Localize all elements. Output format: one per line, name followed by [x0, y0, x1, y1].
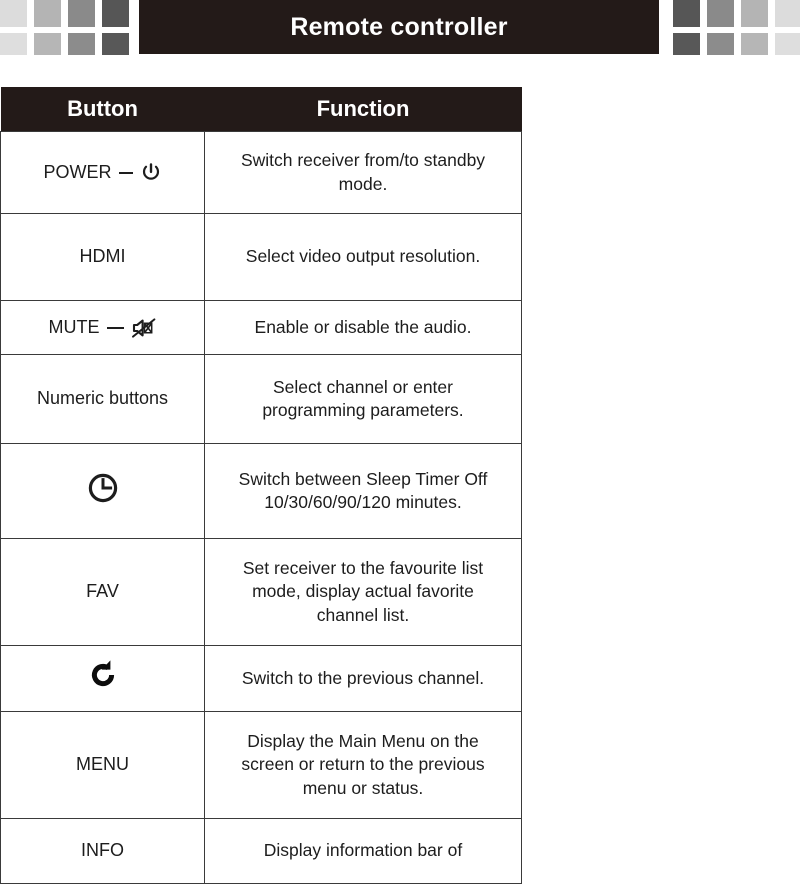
- page-title: Remote controller: [290, 12, 508, 41]
- button-cell: Numeric buttons: [0, 354, 205, 444]
- decor-square: [0, 0, 27, 27]
- table-row: MUTE Enable or disable the audio.: [0, 300, 522, 355]
- button-cell: HDMI: [0, 213, 205, 301]
- decor-squares-left: [0, 0, 129, 55]
- separator-dash-icon: [118, 171, 133, 174]
- table-row: INFO Display information bar of: [0, 818, 522, 884]
- decor-squares-right: [673, 0, 800, 55]
- decor-square: [673, 33, 700, 55]
- column-header-function: Function: [204, 87, 522, 132]
- decor-square: [673, 0, 700, 27]
- function-cell: Enable or disable the audio.: [204, 300, 522, 355]
- column-header-button: Button: [0, 87, 205, 132]
- power-icon: [140, 162, 162, 184]
- table-row: HDMI Select video output resolution.: [0, 213, 522, 301]
- function-cell: Switch between Sleep Timer Off 10/30/60/…: [204, 443, 522, 539]
- button-cell: POWER: [0, 131, 205, 214]
- decor-square: [0, 33, 27, 55]
- decor-square: [68, 33, 95, 55]
- table-row: MENU Display the Main Menu on the screen…: [0, 711, 522, 819]
- clock-icon: [86, 471, 120, 505]
- separator-dash-icon: [106, 326, 124, 329]
- function-cell: Switch to the previous channel.: [204, 645, 522, 712]
- decor-square: [34, 0, 61, 27]
- page-title-bar: Remote controller: [139, 0, 659, 54]
- function-cell: Display information bar of: [204, 818, 522, 884]
- table-row: POWER Switch receiver from/to standby mo…: [0, 131, 522, 214]
- button-label: MUTE: [48, 316, 100, 337]
- function-cell: Set receiver to the favourite list mode,…: [204, 538, 522, 646]
- decor-square: [741, 0, 768, 27]
- decor-square: [102, 0, 129, 27]
- function-cell: Display the Main Menu on the screen or r…: [204, 711, 522, 819]
- button-cell: [0, 645, 205, 712]
- decor-square: [775, 33, 800, 55]
- remote-controller-table: Button Function POWER Switch receiver fr: [0, 87, 522, 884]
- decor-square: [102, 33, 129, 55]
- button-label: POWER: [43, 161, 112, 182]
- decor-square: [741, 33, 768, 55]
- refresh-icon: [86, 658, 120, 692]
- top-decorative-band: Remote controller: [0, 0, 800, 56]
- function-cell: Select video output resolution.: [204, 213, 522, 301]
- function-cell: Switch receiver from/to standby mode.: [204, 131, 522, 214]
- button-cell: MENU: [0, 711, 205, 819]
- button-cell: MUTE: [0, 300, 205, 355]
- decor-square: [707, 0, 734, 27]
- button-cell: INFO: [0, 818, 205, 884]
- table-row: Numeric buttons Select channel or enter …: [0, 354, 522, 444]
- decor-square: [775, 0, 800, 27]
- table-row: FAV Set receiver to the favourite list m…: [0, 538, 522, 646]
- mute-speaker-icon: [131, 317, 157, 339]
- table-row: Switch to the previous channel.: [0, 645, 522, 712]
- table-header-row: Button Function: [0, 87, 522, 132]
- button-cell: FAV: [0, 538, 205, 646]
- table-row: Switch between Sleep Timer Off 10/30/60/…: [0, 443, 522, 539]
- button-cell: [0, 443, 205, 539]
- decor-square: [34, 33, 61, 55]
- function-cell: Select channel or enter programming para…: [204, 354, 522, 444]
- decor-square: [68, 0, 95, 27]
- decor-square: [707, 33, 734, 55]
